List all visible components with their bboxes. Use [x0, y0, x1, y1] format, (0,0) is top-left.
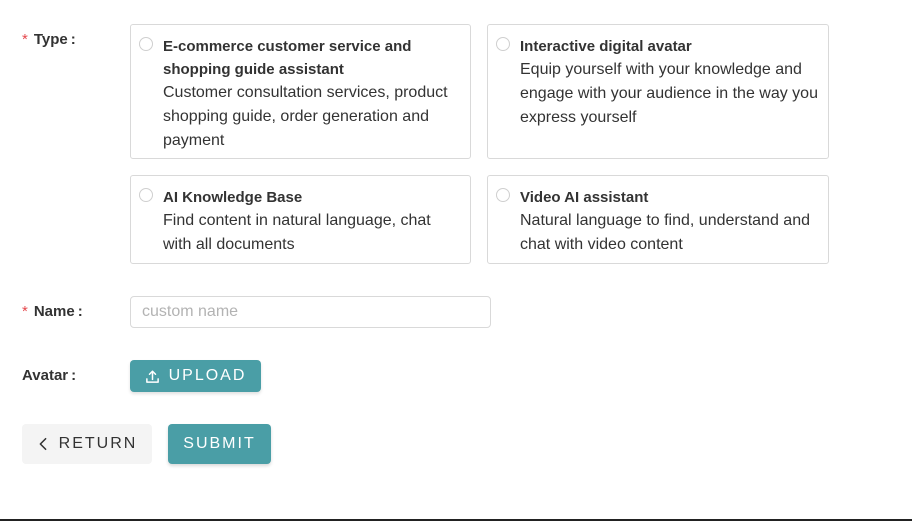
- radio-button[interactable]: [139, 188, 153, 202]
- type-option-title: Interactive digital avatar: [520, 38, 692, 55]
- colon: :: [70, 31, 76, 48]
- required-mark: *: [22, 303, 28, 320]
- return-button[interactable]: RETURN: [22, 424, 152, 464]
- radio-button[interactable]: [496, 188, 510, 202]
- radio-button[interactable]: [496, 37, 510, 51]
- upload-button[interactable]: UPLOAD: [130, 360, 261, 392]
- avatar-label-text: Avatar: [22, 367, 69, 384]
- submit-button-label: SUBMIT: [183, 435, 256, 452]
- return-button-label: RETURN: [58, 435, 138, 452]
- required-mark: *: [22, 31, 28, 48]
- colon: :: [71, 367, 77, 384]
- colon: :: [77, 303, 83, 320]
- avatar-label: Avatar :: [22, 367, 76, 384]
- type-label-text: Type: [33, 31, 68, 48]
- upload-button-label: UPLOAD: [168, 367, 247, 384]
- type-option-description: Equip yourself with your knowledge and e…: [520, 61, 818, 126]
- type-option-knowledge-base[interactable]: AI Knowledge Base Find content in natura…: [130, 175, 471, 264]
- type-option-title: E-commerce customer service and shopping…: [163, 38, 412, 78]
- type-option-description: Customer consultation services, product …: [163, 84, 448, 149]
- radio-button[interactable]: [139, 37, 153, 51]
- chevron-left-icon: [39, 437, 47, 451]
- type-option-video-assistant[interactable]: Video AI assistant Natural language to f…: [487, 175, 829, 264]
- type-option-description: Find content in natural language, chat w…: [163, 212, 431, 253]
- type-label: * Type :: [22, 31, 76, 48]
- type-option-title: AI Knowledge Base: [163, 189, 303, 206]
- type-option-description: Natural language to find, understand and…: [520, 212, 810, 253]
- type-option-title: Video AI assistant: [520, 189, 649, 206]
- type-option-digital-avatar[interactable]: Interactive digital avatar Equip yoursel…: [487, 24, 829, 159]
- submit-button[interactable]: SUBMIT: [168, 424, 271, 464]
- upload-icon: [145, 370, 159, 383]
- create-assistant-form: * Type : E-commerce customer service and…: [0, 0, 912, 521]
- name-label-text: Name: [33, 303, 75, 320]
- type-option-ecommerce[interactable]: E-commerce customer service and shopping…: [130, 24, 471, 159]
- name-input[interactable]: [130, 296, 491, 328]
- name-label: * Name :: [22, 303, 83, 320]
